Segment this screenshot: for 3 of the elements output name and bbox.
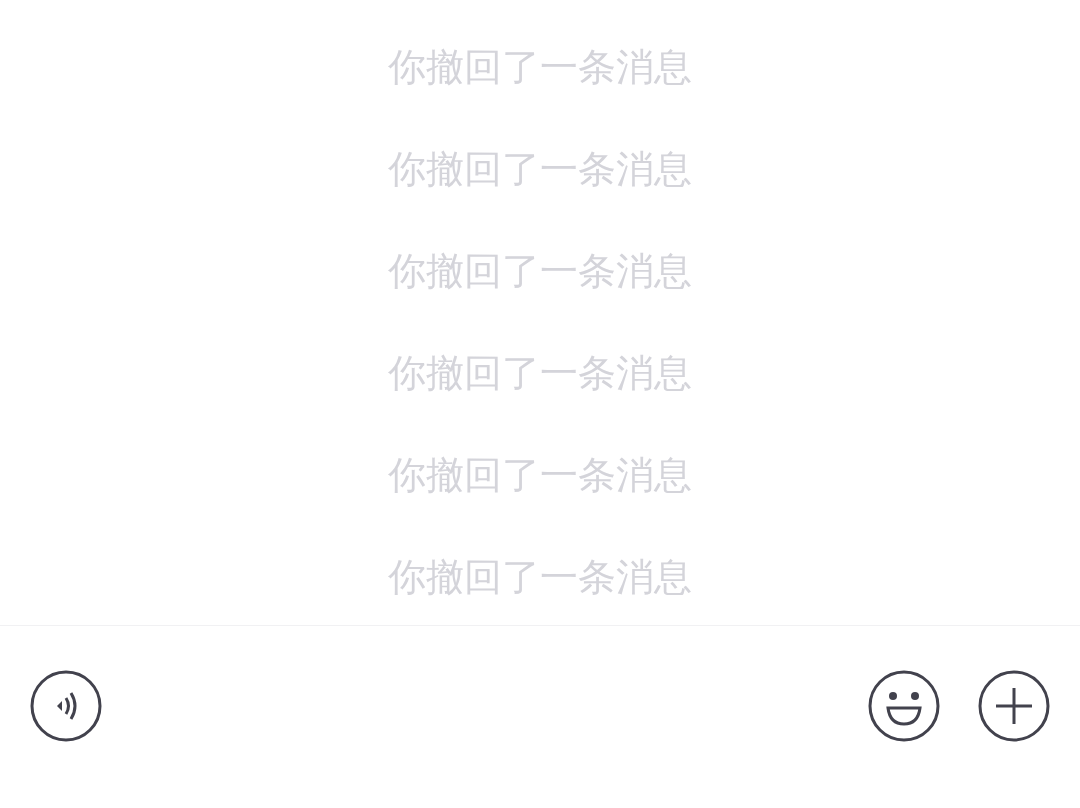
voice-icon[interactable] [30,670,102,742]
plus-icon[interactable] [978,670,1050,742]
emoji-icon[interactable] [868,670,940,742]
